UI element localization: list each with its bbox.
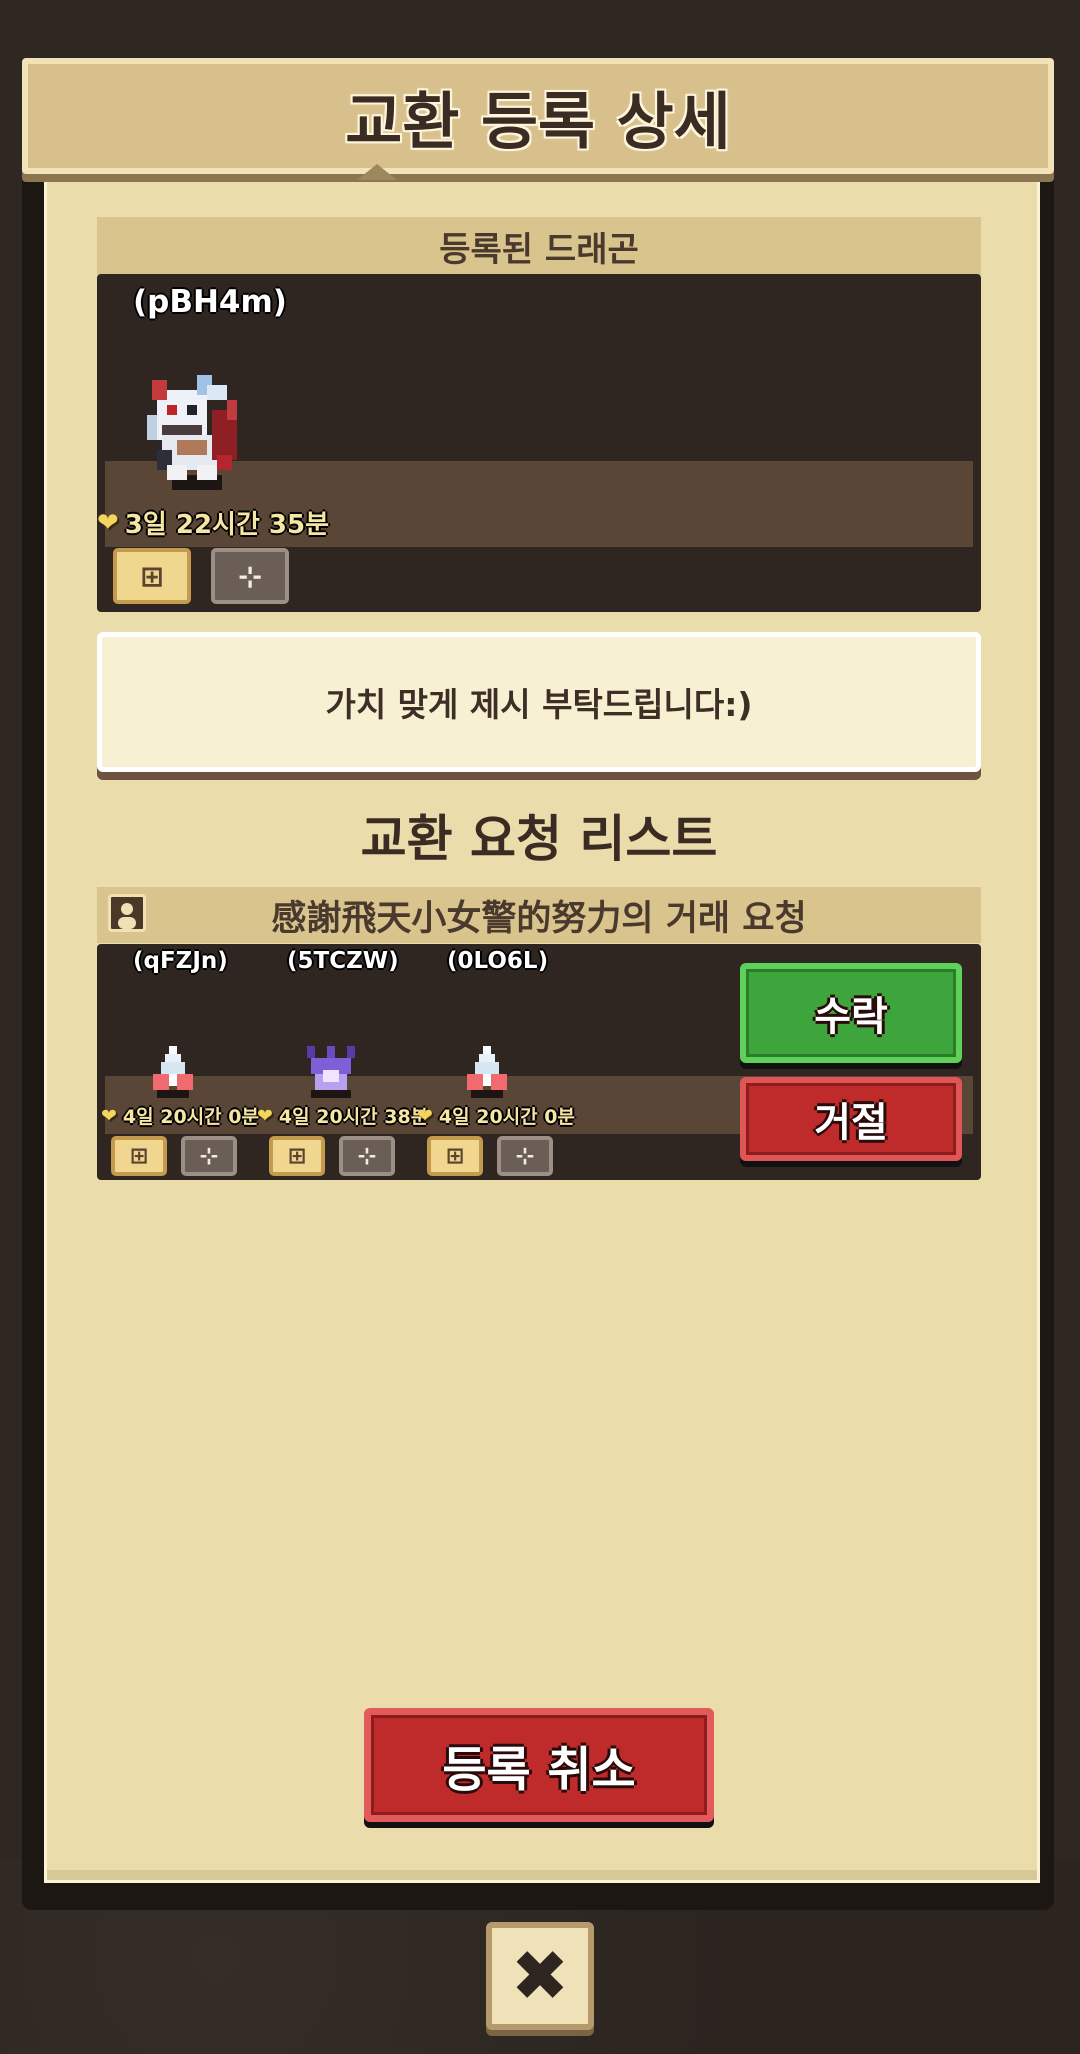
tree-icon[interactable]: ⊞ bbox=[111, 1136, 167, 1176]
tree-icon[interactable]: ⊞ bbox=[427, 1136, 483, 1176]
heart-icon: ❤ bbox=[97, 507, 119, 538]
offer-dragon-timer: ❤ 4일 20시간 38분 bbox=[257, 1102, 428, 1129]
offer-dragon-nickname: (qFZJn) bbox=[133, 948, 228, 974]
heart-icon: ❤ bbox=[417, 1104, 433, 1127]
registered-dragon-nickname: (pBH4m) bbox=[133, 284, 287, 320]
timer-text: 3일 22시간 35분 bbox=[124, 510, 330, 540]
offer-dragon-timer: ❤ 4일 20시간 0분 bbox=[417, 1102, 575, 1129]
heart-icon: ❤ bbox=[257, 1104, 273, 1127]
egg-icon bbox=[467, 1046, 507, 1098]
offer-dragon-nickname: (0LO6L) bbox=[447, 948, 549, 974]
target-icon[interactable]: ⊹ bbox=[339, 1136, 395, 1176]
target-icon[interactable]: ⊹ bbox=[497, 1136, 553, 1176]
target-icon[interactable]: ⊹ bbox=[211, 548, 289, 604]
registered-dragon-timer: ❤ 3일 22시간 35분 bbox=[97, 504, 329, 541]
timer-text: 4일 20시간 38분 bbox=[278, 1106, 429, 1128]
accept-button[interactable]: 수락 bbox=[740, 963, 962, 1063]
close-icon[interactable]: ✖ bbox=[486, 1922, 594, 2030]
tree-icon[interactable]: ⊞ bbox=[113, 548, 191, 604]
registered-dragon-card[interactable]: (pBH4m) ❤ 3일 22시간 35분 ⊞ ⊹ bbox=[97, 274, 981, 612]
timer-text: 4일 20시간 0분 bbox=[122, 1106, 259, 1128]
cancel-registration-button[interactable]: 등록 취소 bbox=[364, 1708, 714, 1822]
target-icon[interactable]: ⊹ bbox=[181, 1136, 237, 1176]
trade-memo: 가치 맞게 제시 부탁드립니다:) bbox=[97, 632, 981, 772]
title-bar: 교환 등록 상세 bbox=[22, 58, 1054, 174]
request-header: 感謝飛天小女警的努力의 거래 요청 bbox=[97, 884, 981, 943]
reject-button[interactable]: 거절 bbox=[740, 1077, 962, 1161]
egg-icon bbox=[307, 1046, 355, 1098]
offer-dragon-nickname: (5TCZW) bbox=[287, 948, 399, 974]
timer-text: 4일 20시간 0분 bbox=[438, 1106, 575, 1128]
registered-section-header: 등록된 드래곤 bbox=[97, 214, 981, 275]
heart-icon: ❤ bbox=[101, 1104, 117, 1127]
tree-icon[interactable]: ⊞ bbox=[269, 1136, 325, 1176]
request-list-title: 교환 요청 리스트 bbox=[360, 810, 718, 868]
page-title: 교환 등록 상세 bbox=[345, 85, 731, 158]
profile-icon[interactable] bbox=[108, 894, 146, 932]
egg-icon bbox=[153, 1046, 193, 1098]
dragon-sprite bbox=[147, 375, 237, 490]
offer-dragon-timer: ❤ 4일 20시간 0분 bbox=[101, 1102, 259, 1129]
requester-label: 感謝飛天小女警的努力의 거래 요청 bbox=[271, 898, 807, 939]
